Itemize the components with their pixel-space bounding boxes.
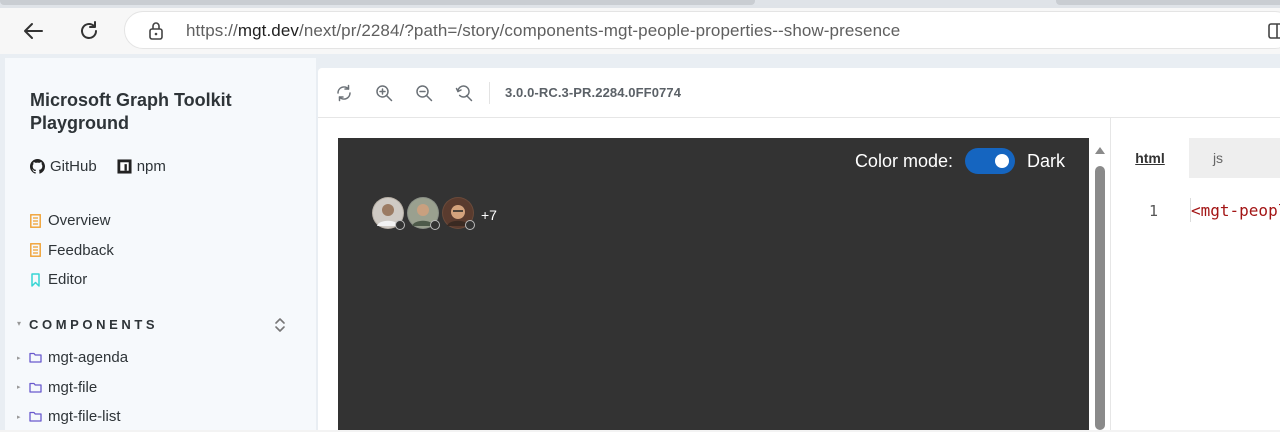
split-screen-icon[interactable]	[1268, 21, 1280, 41]
presence-icon	[430, 220, 440, 230]
url-text[interactable]: https://mgt.dev/next/pr/2284/?path=/stor…	[186, 21, 900, 41]
code-editor: html js c 1 <mgt-peopl	[1110, 118, 1280, 430]
site-title[interactable]: Microsoft Graph Toolkit Playground	[30, 89, 270, 135]
browser-tab[interactable]	[0, 0, 755, 5]
zoom-in-icon	[376, 85, 393, 102]
more-people-count[interactable]: +7	[481, 207, 497, 223]
url-path: /next/pr/2284/?path=/story/components-mg…	[299, 21, 901, 40]
color-mode-toggle[interactable]	[964, 148, 1015, 174]
npm-icon	[117, 159, 132, 174]
preview-scrollbar[interactable]	[1094, 144, 1106, 430]
person-avatar[interactable]	[407, 197, 440, 230]
remount-button[interactable]	[331, 81, 357, 105]
caret-right-icon: ▸	[17, 354, 21, 362]
url-domain: mgt.dev	[237, 21, 299, 40]
tab-css[interactable]: c	[1247, 138, 1280, 178]
address-bar[interactable]: https://mgt.dev/next/pr/2284/?path=/stor…	[124, 11, 1280, 49]
npm-link[interactable]: npm	[117, 158, 166, 175]
tab-js[interactable]: js	[1189, 138, 1247, 178]
browser-tab[interactable]	[1056, 0, 1280, 5]
scroll-up-icon[interactable]	[1095, 147, 1105, 154]
sidebar-item-label: Editor	[48, 271, 88, 289]
expand-collapse-icon[interactable]	[273, 316, 287, 334]
line-number: 1	[1149, 202, 1159, 220]
presence-icon	[395, 220, 405, 230]
main-panel: 3.0.0-RC.3-PR.2284.0FF0774 Color mode: D…	[318, 68, 1280, 430]
zoom-reset-icon	[455, 85, 473, 102]
arrow-left-icon	[24, 23, 43, 39]
components-section-header[interactable]: ▾ COMPONENTS	[15, 316, 305, 336]
github-label: GitHub	[50, 158, 97, 175]
component-tree: ▸ mgt-agenda ▸ mgt-file ▸ mgt-file-list	[17, 343, 128, 432]
tree-item-label: mgt-agenda	[48, 349, 129, 367]
github-icon	[30, 159, 45, 174]
zoom-reset-button[interactable]	[451, 81, 477, 105]
refresh-icon	[81, 21, 97, 39]
color-mode-control: Color mode: Dark	[855, 148, 1065, 174]
caret-right-icon: ▸	[17, 413, 21, 421]
browser-toolbar: https://mgt.dev/next/pr/2284/?path=/stor…	[0, 8, 1280, 54]
presence-icon	[465, 220, 475, 230]
tree-item-mgt-file-list[interactable]: ▸ mgt-file-list	[17, 402, 128, 432]
sidebar: Microsoft Graph Toolkit Playground GitHu…	[5, 58, 316, 430]
document-icon	[30, 243, 41, 258]
tree-item-mgt-file[interactable]: ▸ mgt-file	[17, 373, 128, 403]
url-prefix: https://	[186, 21, 238, 40]
github-link[interactable]: GitHub	[30, 158, 97, 175]
zoom-in-button[interactable]	[371, 81, 397, 105]
caret-down-icon: ▾	[17, 319, 22, 328]
tab-strip	[0, 0, 1280, 8]
bookmark-icon	[31, 273, 40, 287]
section-label: COMPONENTS	[29, 317, 159, 332]
sync-icon	[337, 84, 351, 102]
caret-right-icon: ▸	[17, 384, 21, 392]
page: Microsoft Graph Toolkit Playground GitHu…	[0, 54, 1280, 430]
sidebar-item-feedback[interactable]: Feedback	[30, 236, 114, 266]
npm-label: npm	[136, 158, 166, 175]
color-mode-label: Color mode:	[854, 150, 953, 171]
back-button[interactable]	[16, 15, 50, 47]
sidebar-item-label: Overview	[48, 212, 111, 230]
document-icon	[30, 213, 41, 228]
zoom-out-button[interactable]	[411, 81, 437, 105]
editor-tabs: html js c	[1111, 138, 1280, 178]
sidebar-item-overview[interactable]: Overview	[30, 206, 114, 236]
version-label: 3.0.0-RC.3-PR.2284.0FF0774	[505, 85, 682, 100]
tab-html[interactable]: html	[1111, 138, 1189, 178]
folder-icon	[29, 382, 42, 393]
code-line[interactable]: <mgt-peopl	[1191, 201, 1280, 220]
folder-icon	[29, 352, 42, 363]
sidebar-item-editor[interactable]: Editor	[30, 265, 114, 295]
person-avatar[interactable]	[372, 197, 405, 230]
story-preview: Color mode: Dark +7	[338, 138, 1089, 430]
sidebar-nav: Overview Feedback Editor	[30, 206, 114, 295]
person-avatar[interactable]	[442, 197, 475, 230]
sidebar-links: GitHub npm	[30, 158, 166, 175]
tree-item-label: mgt-file-list	[48, 408, 121, 426]
toolbar-divider	[489, 82, 490, 104]
tree-item-label: mgt-file	[48, 378, 98, 396]
zoom-out-icon	[416, 85, 433, 102]
toggle-knob	[994, 154, 1009, 168]
lock-icon[interactable]	[147, 21, 165, 41]
folder-icon	[29, 411, 42, 422]
sidebar-item-label: Feedback	[48, 241, 114, 259]
canvas-toolbar: 3.0.0-RC.3-PR.2284.0FF0774	[318, 68, 1280, 118]
mgt-people: +7	[372, 197, 497, 230]
tree-item-mgt-agenda[interactable]: ▸ mgt-agenda	[17, 343, 128, 373]
refresh-button[interactable]	[72, 15, 106, 47]
scrollbar-thumb[interactable]	[1095, 166, 1105, 430]
color-mode-value: Dark	[1026, 150, 1065, 171]
